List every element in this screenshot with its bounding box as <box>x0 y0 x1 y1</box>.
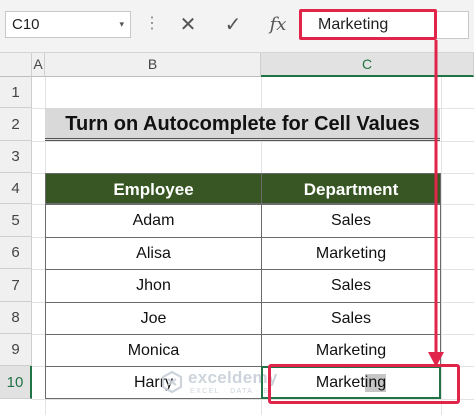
arrow-head-icon <box>428 352 444 367</box>
callout-arrow <box>428 40 444 367</box>
